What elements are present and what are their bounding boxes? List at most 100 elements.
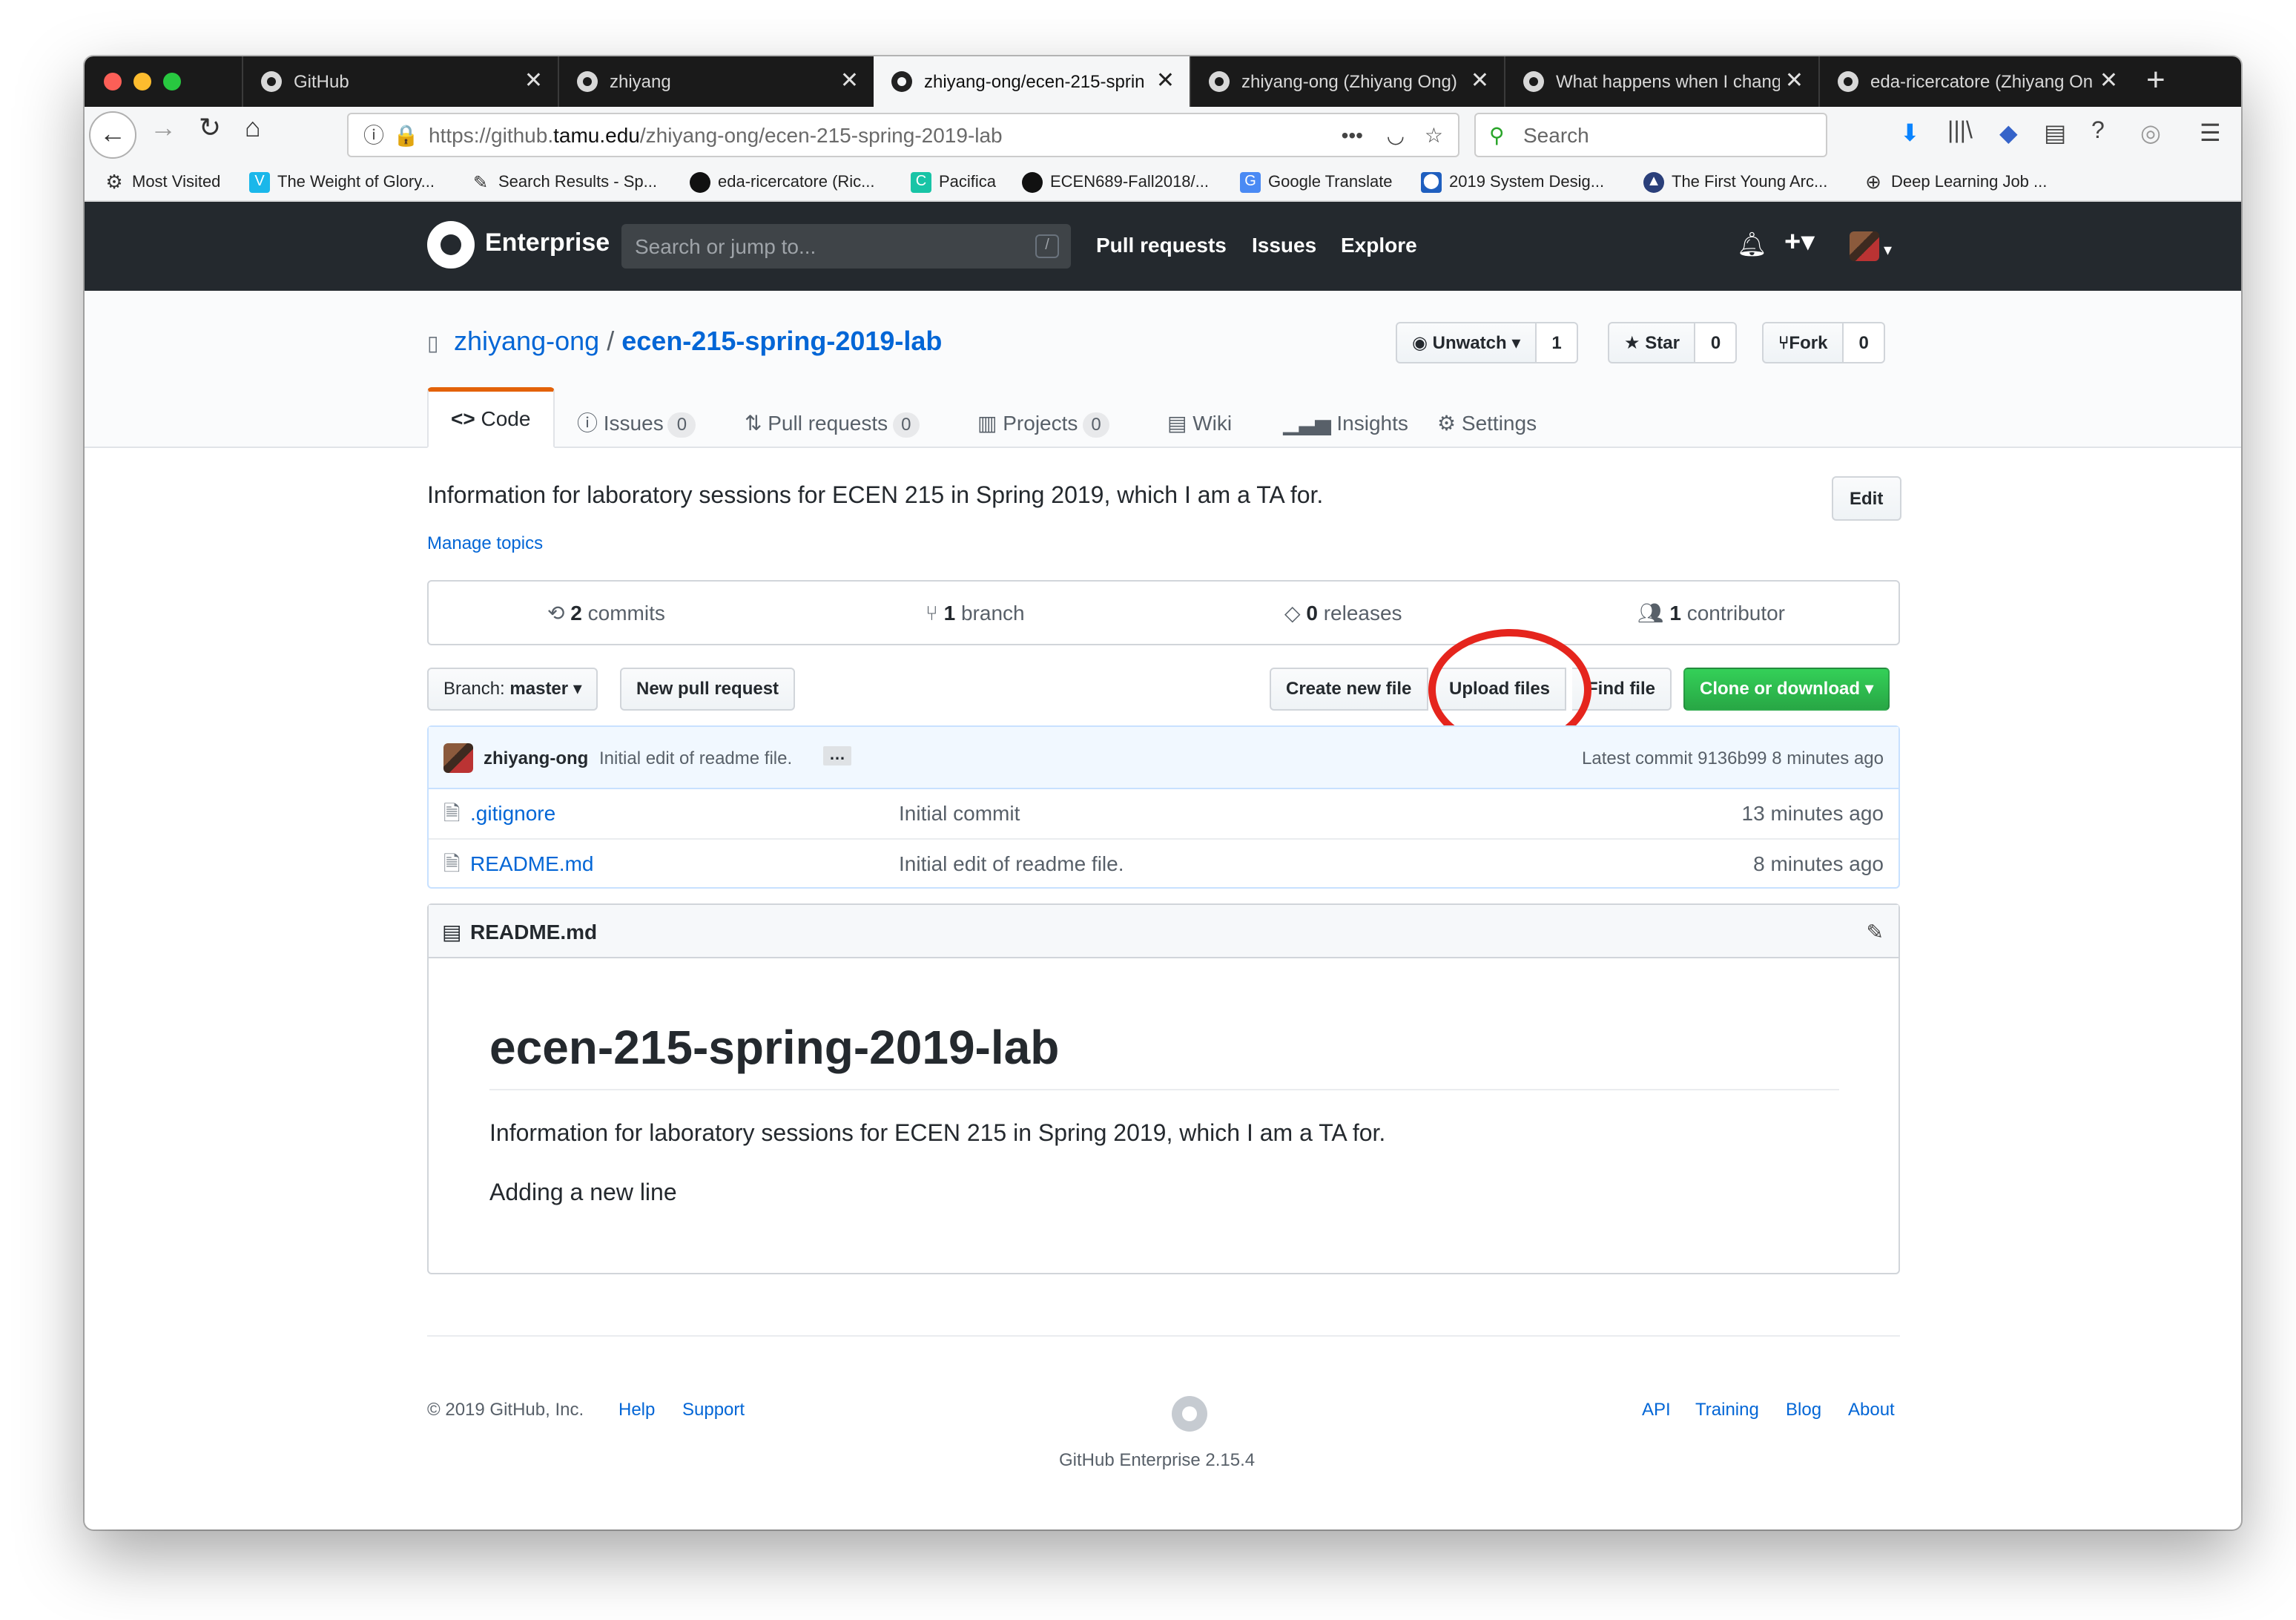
pencil-icon[interactable]: ✎ <box>1867 905 1884 958</box>
branches-link[interactable]: ⑂ 1 branch <box>926 601 1025 625</box>
bookmark-item[interactable]: ⚙ Most Visited <box>104 171 220 193</box>
footer-blog-link[interactable]: Blog <box>1786 1399 1821 1420</box>
unwatch-button[interactable]: ◉ Unwatch ▾ <box>1396 322 1537 363</box>
footer-help-link[interactable]: Help <box>618 1399 655 1420</box>
commit-message-link[interactable]: Initial edit of readme file. <box>599 748 792 768</box>
close-tab-icon[interactable]: ✕ <box>1471 67 1489 93</box>
close-tab-icon[interactable]: ✕ <box>840 67 859 93</box>
close-tab-icon[interactable]: ✕ <box>1785 67 1804 93</box>
info-icon[interactable]: ⓘ <box>363 114 384 156</box>
bell-icon[interactable]: 🔔︎ <box>1737 230 1767 260</box>
table-row[interactable]: 🗎︎ README.md Initial edit of readme file… <box>429 838 1899 887</box>
branch-select-button[interactable]: Branch: master ▾ <box>427 668 598 711</box>
browser-tab-active[interactable]: zhiyang-ong/ecen-215-sprin ✕ <box>874 56 1190 107</box>
file-name-link[interactable]: .gitignore <box>470 789 555 838</box>
user-avatar[interactable]: ▾ <box>1850 231 1892 269</box>
footer-about-link[interactable]: About <box>1848 1399 1895 1420</box>
back-icon[interactable]: ← <box>89 111 136 159</box>
edit-description-button[interactable]: Edit <box>1832 476 1901 521</box>
search-placeholder: Search <box>1523 123 1589 147</box>
tab-wiki[interactable]: ▤ Wiki <box>1145 398 1254 448</box>
tab-settings[interactable]: ⚙ Settings <box>1415 398 1559 448</box>
download-icon[interactable]: ⬇ <box>1900 119 1920 148</box>
browser-tab[interactable]: zhiyang ✕ <box>558 56 874 107</box>
extension-icon[interactable]: ◆ <box>1999 119 2018 148</box>
file-commit-message[interactable]: Initial edit of readme file. <box>899 840 1124 889</box>
close-tab-icon[interactable]: ✕ <box>524 67 543 93</box>
fork-count[interactable]: 0 <box>1844 322 1885 363</box>
star-count[interactable]: 0 <box>1695 322 1738 363</box>
browser-tab[interactable]: What happens when I chang ✕ <box>1504 56 1818 107</box>
github-search-input[interactable]: Search or jump to... / <box>621 224 1071 269</box>
github-logo-icon[interactable] <box>427 221 475 269</box>
maximize-window-button[interactable] <box>163 73 181 90</box>
bookmark-item[interactable]: C Pacifica <box>911 172 996 193</box>
footer-api-link[interactable]: API <box>1642 1399 1671 1420</box>
bookmark-star-icon[interactable]: ☆ <box>1425 114 1443 156</box>
tab-issues[interactable]: ⓘ Issues 0 <box>555 398 718 448</box>
watch-count[interactable]: 1 <box>1537 322 1578 363</box>
nav-explore[interactable]: Explore <box>1341 233 1417 257</box>
commit-author-avatar[interactable] <box>443 743 473 777</box>
library-icon[interactable]: |||\ <box>1947 119 1973 145</box>
fork-button[interactable]: ⑂Fork <box>1762 322 1844 363</box>
minimize-window-button[interactable] <box>133 73 151 90</box>
new-pull-request-button[interactable]: New pull request <box>620 668 796 711</box>
create-new-file-button[interactable]: Create new file <box>1270 668 1428 711</box>
file-commit-message[interactable]: Initial commit <box>899 789 1020 838</box>
page-actions-icon[interactable]: ••• <box>1342 114 1363 156</box>
repo-owner-link[interactable]: zhiyang-ong <box>454 326 599 356</box>
plus-dropdown-icon[interactable]: +▾ <box>1784 225 1815 260</box>
bookmark-item[interactable]: ⊕ Deep Learning Job ... <box>1863 171 2047 193</box>
tab-projects[interactable]: ▥ Projects 0 <box>955 398 1132 448</box>
footer-training-link[interactable]: Training <box>1695 1399 1759 1420</box>
contributors-link[interactable]: 👥︎ 1 contributor <box>1637 601 1785 626</box>
tab-code[interactable]: <> Code <box>427 387 555 448</box>
browser-tab[interactable]: GitHub ✕ <box>242 56 558 107</box>
bookmark-item[interactable]: ⬤ 2019 System Desig... <box>1421 172 1604 193</box>
nav-pull-requests[interactable]: Pull requests <box>1096 233 1227 257</box>
browser-tab[interactable]: zhiyang-ong (Zhiyang Ong) ✕ <box>1190 56 1504 107</box>
commits-link[interactable]: ⟲ 2 commits <box>547 601 665 626</box>
forward-icon[interactable]: → <box>150 113 177 144</box>
home-icon[interactable]: ⌂ <box>245 113 261 144</box>
bookmark-item[interactable]: G Google Translate <box>1240 172 1393 193</box>
close-tab-icon[interactable]: ✕ <box>1156 67 1175 93</box>
manage-topics-link[interactable]: Manage topics <box>427 533 543 553</box>
bookmark-item[interactable]: eda-ricercatore (Ric... <box>690 172 875 193</box>
table-row[interactable]: 🗎︎ .gitignore Initial commit 13 minutes … <box>429 789 1899 838</box>
commit-author-link[interactable]: zhiyang-ong <box>484 748 588 768</box>
help-icon[interactable]: ? <box>2091 119 2105 145</box>
bookmark-item[interactable]: ▲ The First Young Arc... <box>1643 172 1827 193</box>
close-window-button[interactable] <box>104 73 122 90</box>
repo-name-link[interactable]: ecen-215-spring-2019-lab <box>621 326 942 356</box>
tab-label: Settings <box>1461 411 1537 435</box>
account-icon[interactable]: ◎ <box>2140 119 2161 148</box>
sidebar-icon[interactable]: ▤ <box>2044 119 2066 148</box>
file-icon: 🗎︎ <box>443 852 461 875</box>
nav-issues[interactable]: Issues <box>1252 233 1316 257</box>
pocket-icon[interactable]: ◡ <box>1387 114 1405 156</box>
github-footer-logo-icon[interactable] <box>1172 1396 1207 1432</box>
menu-icon[interactable]: ☰ <box>2200 119 2221 148</box>
star-button-group: ★ Star 0 <box>1608 322 1738 363</box>
clone-or-download-button[interactable]: Clone or download ▾ <box>1683 668 1890 711</box>
releases-link[interactable]: ◇ 0 releases <box>1284 601 1402 626</box>
bookmark-item[interactable]: ECEN689-Fall2018/... <box>1022 172 1209 193</box>
footer-support-link[interactable]: Support <box>682 1399 745 1420</box>
url-bar[interactable]: ⓘ 🔒 https://github.tamu.edu/zhiyang-ong/… <box>347 113 1459 157</box>
new-tab-icon[interactable]: + <box>2146 61 2165 99</box>
expand-commit-button[interactable]: … <box>823 746 851 765</box>
bookmark-item[interactable]: ✎ Search Results - Sp... <box>470 172 657 193</box>
tab-pull-requests[interactable]: ⇅ Pull requests 0 <box>722 398 943 448</box>
reload-icon[interactable]: ↻ <box>199 113 221 144</box>
star-button[interactable]: ★ Star <box>1608 322 1696 363</box>
file-name-link[interactable]: README.md <box>470 840 593 889</box>
browser-search-input[interactable]: ⚲ Search <box>1474 113 1827 157</box>
commit-sha-link[interactable]: 9136b99 <box>1698 748 1766 768</box>
brand-label[interactable]: Enterprise <box>485 228 610 258</box>
bookmark-item[interactable]: V The Weight of Glory... <box>249 172 435 193</box>
tab-insights[interactable]: ▁▃▅ Insights <box>1261 398 1431 448</box>
close-tab-icon[interactable]: ✕ <box>2099 67 2118 93</box>
browser-tab[interactable]: eda-ricercatore (Zhiyang On ✕ <box>1818 56 2133 107</box>
